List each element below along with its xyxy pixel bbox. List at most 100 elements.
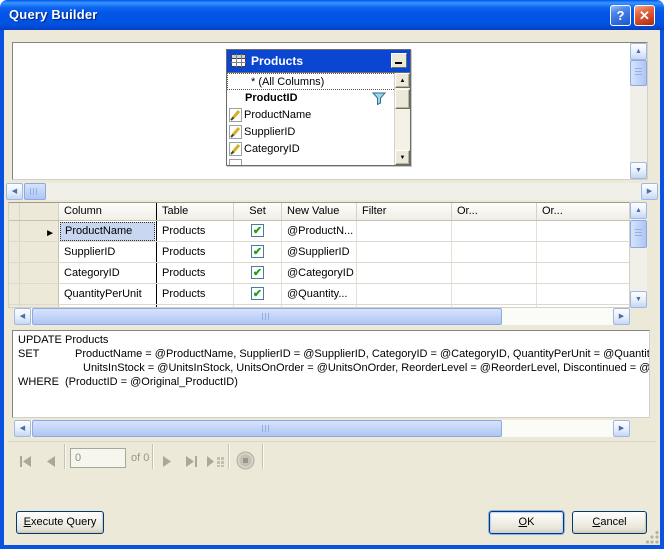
cell-column[interactable]: QuantityPerUnit [59,284,157,304]
move-last-button[interactable] [180,450,202,470]
scroll-left-button[interactable]: ◀ [6,183,23,200]
grid-vscrollbar[interactable]: ▲ ▼ [630,202,647,308]
products-table-caption[interactable]: Products [227,50,410,72]
cell-or1[interactable] [452,263,537,283]
ok-button[interactable]: OK [489,511,564,534]
cell-column[interactable]: ProductName [59,221,157,241]
scroll-left-button[interactable]: ◀ [14,308,31,325]
list-item-supplierid[interactable]: SupplierID [227,124,410,141]
cell-set[interactable]: ✔ [234,284,282,304]
list-item-productname[interactable]: ProductName [227,107,410,124]
help-button[interactable]: ? [610,5,631,26]
cell-filter[interactable] [357,242,452,262]
cell-filter[interactable] [357,221,452,241]
cell-column[interactable]: CategoryID [59,263,157,283]
scroll-left-button[interactable]: ◀ [14,420,31,437]
cell-column[interactable]: SupplierID [59,242,157,262]
cell-or1[interactable] [452,242,537,262]
grid-hscrollbar[interactable]: ◀ ▶ [14,308,630,325]
up-arrow-icon: ▲ [635,48,642,55]
table-scrollbar[interactable]: ▲ ▼ [394,73,410,165]
header-filter[interactable]: Filter [357,203,452,220]
list-item-categoryid[interactable]: CategoryID [227,141,410,158]
cell-filter[interactable] [357,263,452,283]
cell-new-value[interactable]: @ProductN... [282,221,357,241]
scroll-up-button[interactable]: ▲ [395,73,410,88]
record-position-input[interactable]: 0 [70,448,126,468]
checkbox-checked[interactable]: ✔ [251,224,264,237]
sql-pane[interactable]: UPDATE Products SET ProductName = @Produ… [12,330,650,418]
cancel-button[interactable]: Cancel [572,511,647,534]
scroll-right-button[interactable]: ▶ [613,420,630,437]
up-arrow-icon: ▲ [400,78,406,84]
scroll-thumb[interactable] [630,220,647,248]
header-or2[interactable]: Or... [537,203,630,220]
move-first-button[interactable] [14,450,36,470]
cell-set[interactable]: ✔ [234,242,282,262]
scroll-up-button[interactable]: ▲ [630,43,647,60]
cell-or2[interactable] [537,284,630,304]
checkbox-checked[interactable]: ✔ [251,266,264,279]
cell-or1[interactable] [452,284,537,304]
cell-filter[interactable] [357,284,452,304]
row-selector[interactable] [9,284,59,304]
close-button[interactable]: ✕ [634,5,655,26]
diagram-pane[interactable]: Products * (All Columns) ProductID Produ… [12,42,648,180]
pencil-icon [229,125,242,139]
cell-set[interactable]: ✔ [234,221,282,241]
checkbox-checked[interactable]: ✔ [251,245,264,258]
scroll-down-button[interactable]: ▼ [630,291,647,308]
scroll-thumb[interactable] [32,420,502,437]
execute-query-button[interactable]: Execute Query [16,511,104,534]
scroll-thumb[interactable] [630,60,647,86]
sql-hscrollbar[interactable]: ◀ ▶ [14,420,630,437]
cell-table[interactable]: Products [157,284,234,304]
down-arrow-icon: ▼ [635,296,642,303]
move-previous-button[interactable] [40,450,62,470]
cell-table[interactable]: Products [157,242,234,262]
cell-or2[interactable] [537,242,630,262]
header-or1[interactable]: Or... [452,203,537,220]
list-item-all-columns[interactable]: * (All Columns) [227,73,410,90]
cell-table[interactable]: Products [157,221,234,241]
add-new-record-button[interactable] [204,450,230,470]
header-table[interactable]: Table [157,203,234,220]
minimize-button[interactable] [391,53,407,68]
close-icon: ✕ [639,8,650,23]
header-set[interactable]: Set [234,203,282,220]
cell-new-value[interactable]: @Quantity... [282,284,357,304]
cell-or2[interactable] [537,221,630,241]
title-bar[interactable]: Query Builder ? ✕ [0,0,664,30]
toolbar-separator [262,444,263,469]
row-selector[interactable] [9,263,59,283]
move-last-icon [185,456,198,467]
products-table-window[interactable]: Products * (All Columns) ProductID Produ… [226,49,411,166]
resize-grip[interactable] [646,531,659,544]
cell-new-value[interactable]: @CategoryID [282,263,357,283]
header-new-value[interactable]: New Value [282,203,357,220]
cell-set[interactable]: ✔ [234,263,282,283]
diagram-vscrollbar[interactable]: ▲ ▼ [630,43,647,179]
header-column[interactable]: Column [59,203,157,220]
list-item-productid[interactable]: ProductID [227,90,410,107]
scroll-thumb[interactable] [32,308,502,325]
scroll-up-button[interactable]: ▲ [630,202,647,219]
cell-table[interactable]: Products [157,263,234,283]
checkbox-checked[interactable]: ✔ [251,287,264,300]
scroll-down-button[interactable]: ▼ [630,162,647,179]
cell-or1[interactable] [452,221,537,241]
scroll-thumb[interactable] [24,183,46,200]
right-arrow-icon: ▶ [647,188,652,195]
move-next-icon [162,456,172,467]
diagram-hscrollbar[interactable]: ◀ ▶ [6,183,658,200]
scroll-right-button[interactable]: ▶ [613,308,630,325]
row-selector[interactable] [9,242,59,262]
cell-new-value[interactable]: @SupplierID [282,242,357,262]
scroll-right-button[interactable]: ▶ [641,183,658,200]
scroll-thumb[interactable] [395,89,410,109]
cancel-query-button[interactable] [234,450,256,470]
move-next-button[interactable] [156,450,178,470]
row-selector[interactable]: ► [9,221,59,241]
cell-or2[interactable] [537,263,630,283]
scroll-down-button[interactable]: ▼ [395,150,410,165]
